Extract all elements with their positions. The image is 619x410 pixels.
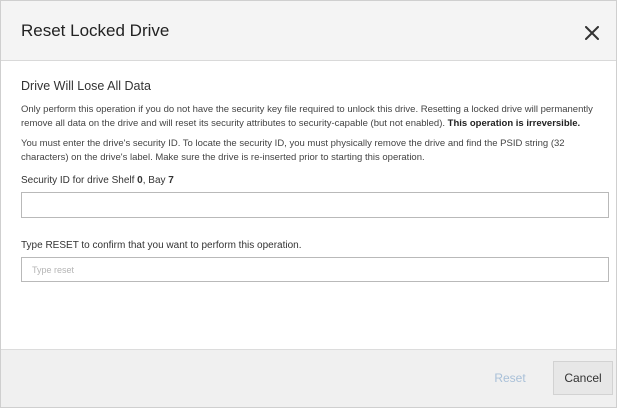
warning-subtitle: Drive Will Lose All Data — [21, 79, 151, 93]
dialog-body: Drive Will Lose All Data Only perform th… — [1, 61, 616, 282]
dialog-footer: Reset Cancel — [1, 349, 616, 407]
dialog-header: Reset Locked Drive — [1, 1, 616, 61]
confirm-label: Type RESET to confirm that you want to p… — [21, 240, 302, 251]
security-id-label-mid: , Bay — [142, 175, 169, 186]
security-id-instructions: You must enter the drive's security ID. … — [21, 138, 565, 163]
reset-locked-drive-dialog: Reset Locked Drive Drive Will Lose All D… — [0, 0, 617, 408]
irreversible-warning: This operation is irreversible. — [447, 118, 581, 129]
reset-button[interactable]: Reset — [479, 361, 541, 395]
close-icon[interactable] — [580, 21, 604, 45]
security-id-label: Security ID for drive Shelf 0, Bay 7 — [21, 175, 596, 186]
dialog-title: Reset Locked Drive — [21, 20, 170, 40]
close-icon-glyph — [585, 25, 599, 40]
cancel-button[interactable]: Cancel — [553, 361, 613, 395]
security-id-label-prefix: Security ID for drive Shelf — [21, 175, 138, 186]
confirm-reset-input[interactable] — [21, 257, 609, 282]
bay-number: 7 — [168, 175, 174, 186]
security-id-input[interactable] — [21, 192, 609, 218]
reset-warning-paragraph: Only perform this operation if you do no… — [21, 103, 596, 131]
